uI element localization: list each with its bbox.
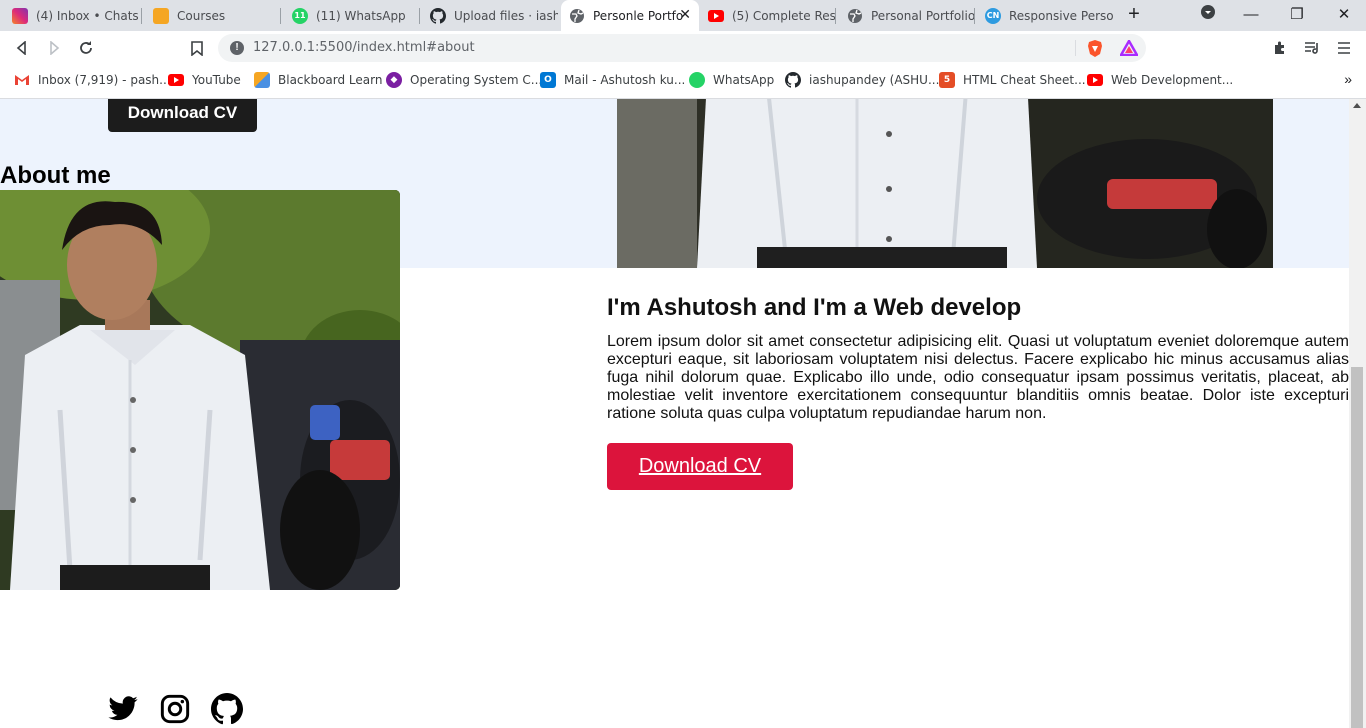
about-title: I'm Ashutosh and I'm a Web develop <box>607 294 1022 321</box>
hero-download-cv-button[interactable]: Download CV <box>108 99 257 132</box>
whatsapp-icon <box>689 72 705 88</box>
instagram-icon[interactable] <box>159 693 191 725</box>
tab-title: Responsive Persona <box>1009 8 1113 23</box>
site-info-icon[interactable]: ! <box>230 41 244 55</box>
tab-personle-portfolio[interactable]: Personle Portfo ✕ <box>561 0 699 31</box>
bookmark-html-cheat-sheet[interactable]: 5 HTML Cheat Sheet... <box>939 65 1086 95</box>
bookmark-label: iashupandey (ASHU... <box>809 73 940 87</box>
page-scrollbar[interactable] <box>1349 99 1366 728</box>
github-icon <box>430 7 446 24</box>
bookmark-label: Inbox (7,919) - pash... <box>38 73 171 87</box>
about-heading: About me <box>0 162 111 189</box>
about-profile-image <box>0 190 400 590</box>
browser-toolbar: ! 127.0.0.1:5500/index.html#about <box>0 31 1366 65</box>
brave-shield-icon[interactable] <box>1086 39 1104 62</box>
tab-title: Personal Portfolio V <box>871 8 975 23</box>
gmail-icon <box>14 72 30 88</box>
tab-personal-portfolio[interactable]: Personal Portfolio V <box>839 0 975 31</box>
bookmark-label: WhatsApp <box>713 73 775 87</box>
blackboard-icon <box>153 7 169 24</box>
bookmark-icon[interactable] <box>185 36 209 60</box>
bookmark-whatsapp[interactable]: WhatsApp <box>689 65 774 95</box>
back-button[interactable] <box>10 36 34 60</box>
minimize-button[interactable]: — <box>1236 4 1266 26</box>
tab-title: (5) Complete Resp <box>732 8 836 23</box>
youtube-icon <box>1087 74 1103 86</box>
bookmark-gmail[interactable]: Inbox (7,919) - pash... <box>14 65 171 95</box>
bookmark-outlook-mail[interactable]: O Mail - Ashutosh ku... <box>540 65 685 95</box>
tab-youtube[interactable]: (5) Complete Resp <box>700 0 836 31</box>
tab-strip: (4) Inbox • Chats Courses 11 (11) WhatsA… <box>0 0 1366 31</box>
close-tab-icon[interactable]: ✕ <box>679 7 691 23</box>
address-url: 127.0.0.1:5500/index.html#about <box>253 40 475 55</box>
scroll-up-arrow-icon[interactable] <box>1353 103 1361 108</box>
tab-title: (4) Inbox • Chats <box>36 8 139 23</box>
bookmark-blackboard[interactable]: Blackboard Learn <box>254 65 382 95</box>
bookmark-label: YouTube <box>192 73 241 87</box>
restore-button[interactable]: ❐ <box>1282 4 1312 26</box>
outlook-icon: O <box>540 72 556 88</box>
page-viewport: Download CV About me I'm Ashutosh and I'… <box>0 99 1349 728</box>
bookmark-label: Operating System C... <box>410 73 543 87</box>
bookmark-label: Blackboard Learn <box>278 73 383 87</box>
bookmark-label: HTML Cheat Sheet... <box>963 73 1086 87</box>
tab-title: (11) WhatsApp <box>316 8 406 23</box>
globe-icon <box>569 8 585 24</box>
globe-icon <box>847 8 863 24</box>
tab-search-icon[interactable] <box>1193 4 1223 26</box>
extensions-icon[interactable] <box>1268 36 1292 60</box>
new-tab-button[interactable]: + <box>1123 4 1145 26</box>
bookmark-github[interactable]: iashupandey (ASHU... <box>785 65 939 95</box>
menu-icon[interactable] <box>1332 36 1356 60</box>
forward-button[interactable] <box>42 36 66 60</box>
about-description: Lorem ipsum dolor sit amet consectetur a… <box>607 333 1349 422</box>
more-bookmarks-icon[interactable]: » <box>1344 71 1352 87</box>
bookmark-youtube[interactable]: YouTube <box>168 65 241 95</box>
reload-button[interactable] <box>74 36 98 60</box>
bookmark-label: Web Development... <box>1111 73 1234 87</box>
tab-responsive-persona[interactable]: CN Responsive Persona <box>977 0 1113 31</box>
about-download-cv-button[interactable]: Download CV <box>607 443 793 490</box>
github-icon[interactable] <box>211 693 243 725</box>
tab-title: Personle Portfo <box>593 8 683 23</box>
codingninjas-icon: CN <box>985 7 1001 24</box>
youtube-icon <box>708 9 724 22</box>
scrollbar-thumb[interactable] <box>1351 367 1363 728</box>
whatsapp-icon: 11 <box>292 7 308 24</box>
bookmarks-bar: Inbox (7,919) - pash... YouTube Blackboa… <box>0 65 1366 99</box>
bookmark-label: Mail - Ashutosh ku... <box>564 73 686 87</box>
twitter-icon[interactable] <box>107 693 139 725</box>
os-icon: ◆ <box>386 72 402 88</box>
youtube-icon <box>168 74 184 86</box>
media-controls-icon[interactable] <box>1300 36 1324 60</box>
tab-instagram[interactable]: (4) Inbox • Chats <box>4 0 142 31</box>
blackboard-icon <box>254 72 270 88</box>
tab-title: Courses <box>177 8 226 23</box>
bookmark-web-development[interactable]: Web Development... <box>1087 65 1233 95</box>
bookmark-operating-system[interactable]: ◆ Operating System C... <box>386 65 542 95</box>
omnibox-divider <box>1075 40 1076 56</box>
tab-courses[interactable]: Courses <box>145 0 281 31</box>
html-icon: 5 <box>939 72 955 88</box>
brave-rewards-icon[interactable] <box>1118 38 1140 61</box>
hero-profile-image <box>617 99 1273 268</box>
address-bar[interactable]: ! 127.0.0.1:5500/index.html#about <box>218 34 1146 62</box>
tab-whatsapp[interactable]: 11 (11) WhatsApp <box>284 0 420 31</box>
tab-title: Upload files · iashu <box>454 8 558 23</box>
close-window-button[interactable]: ✕ <box>1329 4 1359 26</box>
instagram-icon <box>12 7 28 24</box>
github-icon <box>785 72 801 88</box>
tab-upload-files[interactable]: Upload files · iashu <box>422 0 558 31</box>
